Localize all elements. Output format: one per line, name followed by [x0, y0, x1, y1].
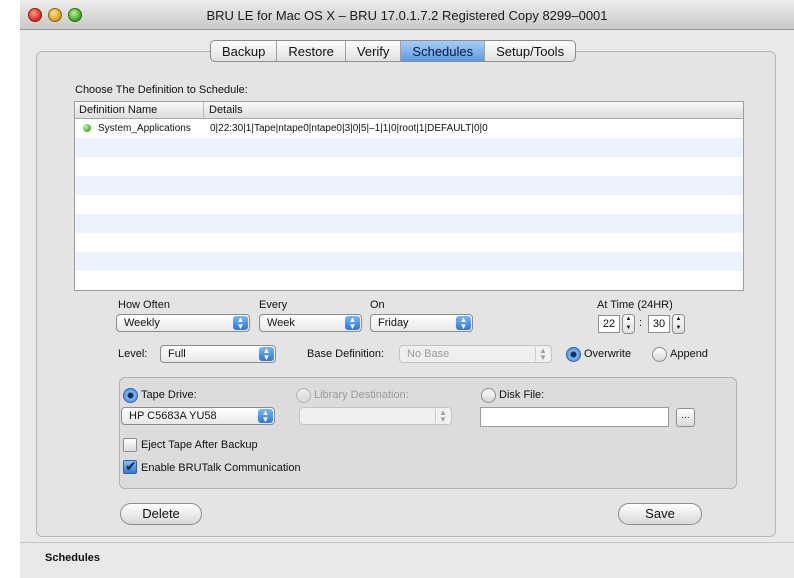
library-destination-label: Library Destination:	[314, 389, 409, 401]
column-header-details[interactable]: Details	[209, 104, 243, 116]
table-row[interactable]: System_Applications 0|22:30|1|Tape|ntape…	[75, 119, 743, 138]
popup-arrows-icon: ▲ ▼	[258, 409, 273, 424]
append-radio[interactable]	[652, 347, 667, 362]
status-bar: Schedules	[20, 542, 794, 578]
popup-arrows-icon: ▲ ▼	[233, 316, 248, 331]
base-definition-label: Base Definition:	[307, 348, 385, 360]
row-definition-name: System_Applications	[98, 123, 191, 134]
popup-arrows-icon: ▲ ▼	[259, 347, 274, 362]
status-dot-icon	[83, 124, 91, 132]
tape-drive-label: Tape Drive:	[141, 389, 197, 401]
app-window: BRU LE for Mac OS X – BRU 17.0.1.7.2 Reg…	[20, 0, 794, 578]
definition-list-prompt: Choose The Definition to Schedule:	[75, 84, 248, 96]
tab-verify[interactable]: Verify	[346, 41, 402, 61]
base-definition-select[interactable]: No Base ▲ ▼	[399, 345, 552, 363]
table-rows: System_Applications 0|22:30|1|Tape|ntape…	[75, 119, 743, 291]
table-row-empty	[75, 252, 743, 271]
how-often-value: Weekly	[124, 317, 160, 329]
table-row-empty	[75, 195, 743, 214]
table-row-empty	[75, 290, 743, 291]
disk-file-field[interactable]	[480, 407, 669, 427]
base-definition-value: No Base	[407, 348, 450, 360]
tab-backup[interactable]: Backup	[211, 41, 278, 61]
column-header-definition-name[interactable]: Definition Name	[79, 104, 157, 116]
brutalk-checkbox[interactable]	[123, 458, 137, 475]
window-title: BRU LE for Mac OS X – BRU 17.0.1.7.2 Reg…	[206, 8, 608, 23]
tab-restore[interactable]: Restore	[277, 41, 346, 61]
table-row-empty	[75, 176, 743, 195]
every-label: Every	[259, 299, 288, 311]
tab-bar: Backup Restore Verify Schedules Setup/To…	[210, 40, 577, 62]
brutalk-label: Enable BRUTalk Communication	[141, 462, 301, 474]
table-row-empty	[75, 157, 743, 176]
popup-arrows-icon: ▲ ▼	[535, 347, 550, 362]
disk-file-radio[interactable]	[481, 388, 496, 403]
library-destination-radio[interactable]	[296, 388, 311, 403]
overwrite-radio[interactable]	[566, 347, 581, 362]
append-label: Append	[670, 348, 708, 360]
tab-setup-tools[interactable]: Setup/Tools	[485, 41, 575, 61]
on-value: Friday	[378, 317, 409, 329]
table-row-empty	[75, 233, 743, 252]
on-label: On	[370, 299, 385, 311]
table-row-empty	[75, 214, 743, 233]
library-destination-select[interactable]: ▲ ▼	[299, 407, 452, 425]
at-time-label: At Time (24HR)	[597, 299, 673, 311]
popup-arrows-icon: ▲ ▼	[456, 316, 471, 331]
definition-table[interactable]: Definition Name Details System_Applicati…	[74, 101, 744, 291]
row-details: 0|22:30|1|Tape|ntape0|ntape0|3|0|5|–1|1|…	[210, 123, 488, 134]
disk-file-label: Disk File:	[499, 389, 545, 401]
every-select[interactable]: Week ▲ ▼	[259, 314, 362, 332]
eject-tape-label: Eject Tape After Backup	[141, 439, 258, 451]
table-header: Definition Name Details	[75, 102, 743, 119]
level-value: Full	[168, 348, 186, 360]
browse-button[interactable]: ...	[676, 408, 695, 427]
tape-drive-radio[interactable]	[123, 388, 138, 403]
overwrite-label: Overwrite	[584, 348, 632, 360]
on-select[interactable]: Friday ▲ ▼	[370, 314, 473, 332]
minute-stepper[interactable]: ▲ ▼	[672, 314, 685, 334]
popup-arrows-icon: ▲ ▼	[435, 409, 450, 424]
minute-field[interactable]: 30	[648, 315, 670, 333]
column-divider	[203, 102, 204, 119]
every-value: Week	[267, 317, 295, 329]
how-often-label: How Often	[118, 299, 170, 311]
title-bar: BRU LE for Mac OS X – BRU 17.0.1.7.2 Reg…	[20, 0, 794, 30]
hour-stepper[interactable]: ▲ ▼	[622, 314, 635, 334]
hour-field[interactable]: 22	[598, 315, 620, 333]
tape-drive-select[interactable]: HP C5683A YU58 ▲ ▼	[121, 407, 275, 425]
save-button[interactable]: Save	[618, 503, 702, 525]
how-often-select[interactable]: Weekly ▲ ▼	[116, 314, 250, 332]
delete-button[interactable]: Delete	[120, 503, 202, 525]
level-label: Level:	[118, 348, 148, 360]
tape-drive-value: HP C5683A YU58	[129, 410, 217, 422]
status-text: Schedules	[45, 552, 101, 564]
popup-arrows-icon: ▲ ▼	[345, 316, 360, 331]
table-row-empty	[75, 138, 743, 157]
level-select[interactable]: Full ▲ ▼	[160, 345, 276, 363]
tab-schedules[interactable]: Schedules	[401, 41, 486, 61]
table-row-empty	[75, 271, 743, 290]
eject-tape-checkbox[interactable]	[123, 438, 137, 452]
time-separator: :	[639, 317, 643, 329]
